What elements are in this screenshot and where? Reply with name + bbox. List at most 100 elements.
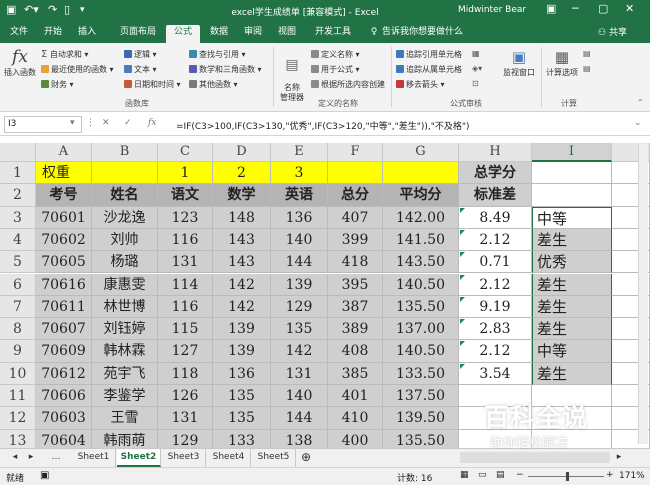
cell-i10[interactable]: 差生	[532, 362, 612, 385]
cell-e13[interactable]: 138	[271, 429, 328, 448]
cell-c12[interactable]: 131	[158, 407, 213, 430]
cell-a3[interactable]: 70601	[36, 206, 92, 229]
cell-c2[interactable]: 语文	[158, 184, 213, 207]
cell-h9[interactable]: 2.12	[459, 340, 532, 363]
cell-a9[interactable]: 70609	[36, 340, 92, 363]
row-header[interactable]: 11	[0, 385, 36, 408]
column-header-a[interactable]: A	[36, 143, 92, 162]
more-functions-button[interactable]: 其他函数 ▾	[189, 79, 238, 90]
row-header[interactable]: 13	[0, 429, 36, 448]
cell-g8[interactable]: 137.00	[383, 318, 459, 341]
error-indicator-icon[interactable]	[460, 274, 465, 280]
error-indicator-icon[interactable]	[460, 252, 465, 258]
cell-b5[interactable]: 杨璐	[92, 251, 158, 274]
row-header[interactable]: 10	[0, 362, 36, 385]
cell-c4[interactable]: 116	[158, 228, 213, 252]
zoom-slider-thumb[interactable]	[566, 472, 569, 481]
cell-d5[interactable]: 143	[213, 251, 271, 274]
cell-h10[interactable]: 3.54	[459, 362, 532, 385]
enter-icon[interactable]: ✓	[124, 118, 132, 128]
cell-f11[interactable]: 401	[328, 385, 383, 408]
cell-i2[interactable]	[532, 184, 612, 207]
normal-view-icon[interactable]: ▦	[460, 470, 469, 480]
error-indicator-icon[interactable]	[460, 207, 465, 213]
cell-g3[interactable]: 142.00	[383, 206, 459, 229]
error-indicator-icon[interactable]	[460, 363, 465, 369]
tab-home[interactable]: 开始	[38, 25, 68, 43]
error-indicator-icon[interactable]	[460, 296, 465, 302]
math-button[interactable]: 数学和三角函数 ▾	[189, 64, 262, 75]
cell-f13[interactable]: 400	[328, 429, 383, 448]
show-formulas-icon[interactable]: ▦	[472, 49, 480, 58]
cell-b8[interactable]: 刘钰婷	[92, 318, 158, 341]
cell-e3[interactable]: 136	[271, 206, 328, 229]
minimize-icon[interactable]: ─	[572, 2, 579, 15]
sheet-tab-5[interactable]: Sheet5	[252, 449, 296, 467]
cell-b7[interactable]: 林世博	[92, 295, 158, 319]
cell-b2[interactable]: 姓名	[92, 184, 158, 207]
cell-a4[interactable]: 70602	[36, 228, 92, 252]
row-header[interactable]: 5	[0, 251, 36, 274]
column-header-h[interactable]: H	[459, 143, 532, 162]
row-header[interactable]: 3	[0, 206, 36, 229]
cell-c5[interactable]: 131	[158, 251, 213, 274]
cell-d7[interactable]: 142	[213, 295, 271, 319]
close-icon[interactable]: ✕	[625, 2, 634, 15]
datetime-button[interactable]: 日期和时间 ▾	[124, 79, 181, 90]
cell-b12[interactable]: 王雪	[92, 407, 158, 430]
cell-f4[interactable]: 399	[328, 228, 383, 252]
cell-e9[interactable]: 142	[271, 340, 328, 363]
new-file-icon[interactable]: ▯	[64, 3, 70, 16]
use-in-formula-button[interactable]: 用于公式 ▾	[311, 64, 360, 75]
sheet-tab-1[interactable]: Sheet1	[72, 449, 116, 467]
cell-d10[interactable]: 136	[213, 362, 271, 385]
cell-h1[interactable]: 总学分	[459, 162, 532, 185]
column-header-d[interactable]: D	[213, 143, 271, 162]
watch-window-button[interactable]: ▣ 监视窗口	[499, 47, 539, 78]
cell-d6[interactable]: 142	[213, 273, 271, 296]
row-header[interactable]: 9	[0, 340, 36, 363]
cell-e4[interactable]: 140	[271, 228, 328, 252]
cell-b4[interactable]: 刘帅	[92, 228, 158, 252]
cell-g9[interactable]: 140.50	[383, 340, 459, 363]
cell-d4[interactable]: 143	[213, 228, 271, 252]
calc-sheet-icon[interactable]: ▤	[583, 64, 591, 73]
page-break-view-icon[interactable]: ▤	[496, 470, 505, 480]
cell-a10[interactable]: 70612	[36, 362, 92, 385]
cell-b1[interactable]	[92, 162, 158, 185]
column-header-f[interactable]: F	[328, 143, 383, 162]
tab-developer[interactable]: 开发工具	[308, 25, 358, 43]
cell-e12[interactable]: 144	[271, 407, 328, 430]
cell-h4[interactable]: 2.12	[459, 228, 532, 252]
error-indicator-icon[interactable]	[460, 229, 465, 235]
cell-c8[interactable]: 115	[158, 318, 213, 341]
cell-c13[interactable]: 129	[158, 429, 213, 448]
lookup-button[interactable]: 查找与引用 ▾	[189, 49, 246, 60]
cell-c1[interactable]: 1	[158, 162, 213, 185]
cell-c10[interactable]: 118	[158, 362, 213, 385]
autosum-button[interactable]: Σ 自动求和 ▾	[41, 49, 88, 60]
cell-f10[interactable]: 385	[328, 362, 383, 385]
customize-toolbar-icon[interactable]: ▾	[80, 5, 85, 15]
restore-icon[interactable]: ▢	[598, 2, 608, 15]
tell-me-search[interactable]: 告诉我你想要做什么	[382, 25, 472, 43]
add-sheet-icon[interactable]: ⊕	[298, 449, 314, 467]
cell-b3[interactable]: 沙龙逸	[92, 206, 158, 229]
save-icon[interactable]: ▣	[6, 3, 16, 16]
redo-icon[interactable]: ↷	[48, 3, 57, 16]
cell-e6[interactable]: 139	[271, 273, 328, 296]
cell-f12[interactable]: 410	[328, 407, 383, 430]
zoom-out-icon[interactable]: −	[516, 470, 524, 480]
name-box-dropdown-icon[interactable]: ▾	[70, 118, 75, 128]
cell-i4[interactable]: 差生	[532, 228, 612, 252]
row-header[interactable]: 2	[0, 184, 36, 207]
cell-d13[interactable]: 133	[213, 429, 271, 448]
remove-arrows-button[interactable]: 移去箭头 ▾	[396, 79, 445, 90]
cell-b11[interactable]: 李鉴学	[92, 385, 158, 408]
cell-h5[interactable]: 0.71	[459, 251, 532, 274]
zoom-in-icon[interactable]: +	[606, 470, 614, 480]
cell-c3[interactable]: 123	[158, 206, 213, 229]
fx-icon[interactable]: fx	[148, 118, 156, 128]
cell-f1[interactable]	[328, 162, 383, 185]
cell-e2[interactable]: 英语	[271, 184, 328, 207]
